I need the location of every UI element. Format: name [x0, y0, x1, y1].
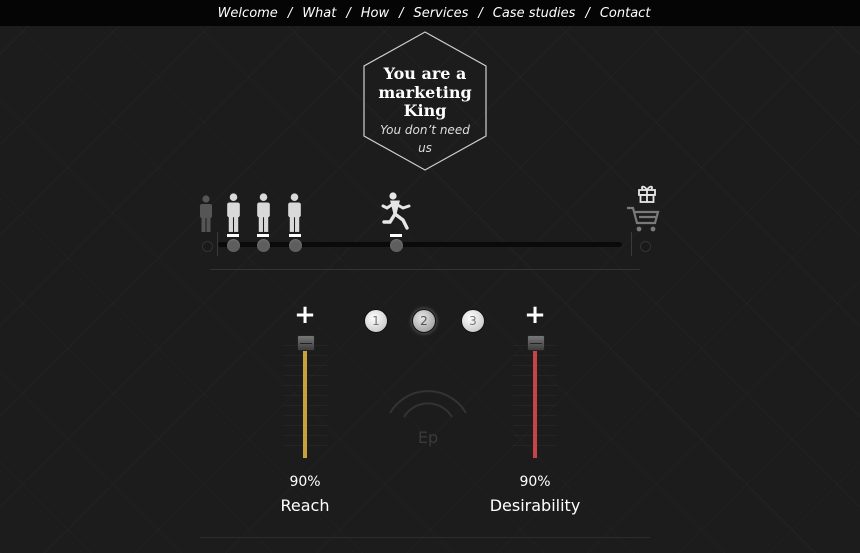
badge-title-line-3: King	[403, 101, 447, 120]
shopping-cart-icon	[627, 206, 660, 232]
timeline-start-dot	[202, 241, 213, 252]
signal-arc-icon	[389, 390, 467, 418]
timeline-node[interactable]	[390, 239, 403, 252]
desirability-label: Desirability	[489, 496, 581, 515]
nav-link-case-studies[interactable]: Case studies	[493, 6, 576, 21]
badge-subtitle-line-2: us	[418, 141, 432, 155]
reach-label: Reach	[280, 496, 330, 515]
top-nav: Welcome / What / How / Services / Case s…	[0, 0, 860, 26]
nav-separator: /	[399, 5, 404, 21]
person-marker	[227, 234, 239, 237]
nav-separator: /	[287, 5, 293, 21]
bottom-divider	[200, 537, 650, 538]
desirability-plus-button[interactable]: +	[520, 302, 550, 328]
badge-title-line-1: You are a	[383, 64, 467, 83]
timeline-node[interactable]	[227, 239, 240, 252]
badge-subtitle-line-1: You don’t need	[380, 123, 470, 137]
nav-link-welcome[interactable]: Welcome	[218, 6, 278, 21]
person-standing-icon	[257, 193, 270, 232]
gift-icon	[638, 185, 656, 203]
reach-plus-button[interactable]: +	[290, 302, 320, 328]
timeline-end-divider	[631, 232, 632, 256]
step-button-1[interactable]: 1	[364, 309, 388, 333]
person-marker	[289, 234, 301, 237]
desirability-slider-handle[interactable]	[527, 335, 545, 351]
person-standing-icon	[200, 195, 212, 232]
person-marker	[257, 234, 269, 237]
reach-value: 90%	[289, 474, 321, 490]
timeline-track	[218, 242, 622, 247]
section-divider	[210, 269, 640, 270]
badge-title-line-2: marketing	[378, 83, 472, 102]
reach-slider-handle[interactable]	[297, 335, 315, 351]
person-marker	[390, 234, 402, 237]
step-button-2[interactable]: 2	[412, 309, 436, 333]
person-running-icon	[381, 192, 411, 230]
person-standing-icon	[288, 193, 301, 232]
nav-link-how[interactable]: How	[361, 6, 389, 21]
nav-links: Welcome / What / How / Services / Case s…	[210, 6, 651, 21]
person-standing-icon	[227, 193, 240, 232]
timeline-end-dot	[640, 241, 651, 252]
nav-separator: /	[346, 5, 351, 21]
desirability-value: 90%	[519, 474, 551, 490]
result-badge: You are a marketing King You don’t need …	[363, 31, 487, 171]
desirability-slider-fill	[533, 343, 537, 458]
step-button-3[interactable]: 3	[461, 309, 485, 333]
timeline-node[interactable]	[257, 239, 270, 252]
nav-link-contact[interactable]: Contact	[600, 6, 651, 21]
nav-separator: /	[585, 5, 590, 21]
reach-slider-fill	[303, 343, 307, 458]
center-mark-text: Ep	[417, 428, 439, 447]
nav-separator: /	[478, 5, 483, 21]
nav-link-what[interactable]: What	[302, 6, 336, 21]
timeline-node[interactable]	[289, 239, 302, 252]
nav-link-services[interactable]: Services	[414, 6, 469, 21]
